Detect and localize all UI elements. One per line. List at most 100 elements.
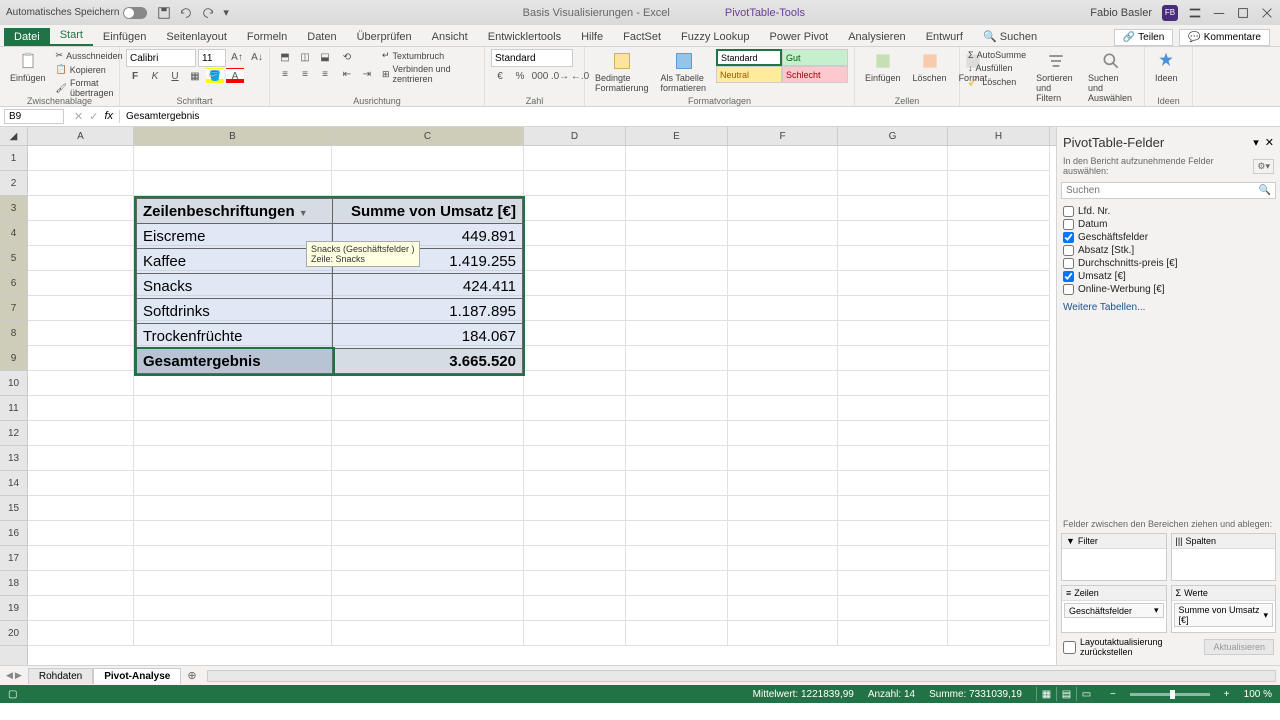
redo-icon[interactable] bbox=[201, 6, 215, 20]
autosum-button[interactable]: Σ AutoSumme bbox=[966, 49, 1028, 61]
gear-icon[interactable]: ⚙▾ bbox=[1253, 159, 1274, 174]
tab-view[interactable]: Ansicht bbox=[422, 28, 478, 46]
ribbon-options-icon[interactable] bbox=[1188, 6, 1202, 20]
find-select-button[interactable]: Suchen und Auswählen bbox=[1084, 49, 1138, 105]
fill-button[interactable]: ↓ Ausfüllen bbox=[966, 62, 1028, 74]
confirm-formula-icon[interactable]: ✓ bbox=[89, 110, 98, 123]
bold-button[interactable]: F bbox=[126, 68, 144, 84]
number-format-select[interactable] bbox=[491, 49, 573, 67]
decrease-font-icon[interactable]: A↓ bbox=[248, 49, 266, 65]
field-item[interactable]: Geschäftsfelder bbox=[1063, 231, 1274, 244]
align-middle-icon[interactable]: ◫ bbox=[296, 49, 314, 65]
merge-center-button[interactable]: ⊞ Verbinden und zentrieren bbox=[380, 63, 478, 85]
tab-help[interactable]: Hilfe bbox=[571, 28, 613, 46]
row-header[interactable]: 12 bbox=[0, 421, 27, 446]
tab-file[interactable]: Datei bbox=[4, 28, 50, 46]
sheet-nav-last-icon[interactable]: ▶ bbox=[15, 670, 22, 681]
maximize-icon[interactable] bbox=[1236, 6, 1250, 20]
pivot-total-label[interactable]: Gesamtergebnis bbox=[137, 349, 333, 374]
name-box[interactable] bbox=[4, 109, 64, 124]
row-header[interactable]: 14 bbox=[0, 471, 27, 496]
record-macro-icon[interactable]: ▢ bbox=[8, 689, 17, 700]
increase-font-icon[interactable]: A↑ bbox=[228, 49, 246, 65]
zoom-level[interactable]: 100 % bbox=[1244, 689, 1272, 700]
fill-color-button[interactable]: 🪣 bbox=[206, 68, 224, 84]
row-header[interactable]: 11 bbox=[0, 396, 27, 421]
col-header[interactable]: B bbox=[134, 127, 332, 145]
field-item[interactable]: Datum bbox=[1063, 218, 1274, 231]
pivot-header-rows[interactable]: Zeilenbeschriftungen▼ bbox=[137, 199, 333, 224]
row-header[interactable]: 7 bbox=[0, 296, 27, 321]
more-tables-link[interactable]: Weitere Tabellen... bbox=[1061, 298, 1276, 317]
format-table-button[interactable]: Als Tabelle formatieren bbox=[657, 49, 712, 95]
delete-cells-button[interactable]: Löschen bbox=[909, 49, 951, 85]
sort-filter-button[interactable]: Sortieren und Filtern bbox=[1032, 49, 1080, 105]
tab-review[interactable]: Überprüfen bbox=[347, 28, 422, 46]
align-right-icon[interactable]: ≡ bbox=[316, 66, 334, 82]
sheet-tab-pivot[interactable]: Pivot-Analyse bbox=[93, 668, 181, 684]
undo-icon[interactable] bbox=[179, 6, 193, 20]
col-header[interactable]: E bbox=[626, 127, 728, 145]
pivot-cell[interactable]: Trockenfrüchte bbox=[137, 324, 333, 349]
field-item[interactable]: Umsatz [€] bbox=[1063, 270, 1274, 283]
pivot-cell[interactable]: Kaffee bbox=[137, 249, 333, 274]
close-icon[interactable] bbox=[1260, 6, 1274, 20]
field-item[interactable]: Absatz [Stk.] bbox=[1063, 244, 1274, 257]
font-size-select[interactable] bbox=[198, 49, 226, 67]
tab-analyze[interactable]: Analysieren bbox=[838, 28, 915, 46]
row-header[interactable]: 8 bbox=[0, 321, 27, 346]
row-header[interactable]: 9 bbox=[0, 346, 27, 371]
pivot-cell[interactable]: 1.187.895 bbox=[333, 299, 523, 324]
fx-icon[interactable]: fx bbox=[104, 110, 113, 123]
clear-button[interactable]: 🧹 Löschen bbox=[966, 75, 1028, 88]
horizontal-scrollbar[interactable] bbox=[207, 670, 1276, 682]
tab-powerpivot[interactable]: Power Pivot bbox=[760, 28, 839, 46]
field-search-input[interactable] bbox=[1066, 185, 1255, 196]
close-pane-icon[interactable]: ✕ bbox=[1265, 136, 1274, 149]
cond-format-button[interactable]: Bedingte Formatierung bbox=[591, 49, 653, 95]
defer-layout-checkbox[interactable] bbox=[1063, 641, 1076, 654]
row-header[interactable]: 2 bbox=[0, 171, 27, 196]
paste-button[interactable]: Einfügen bbox=[6, 49, 50, 85]
cancel-formula-icon[interactable]: ✕ bbox=[74, 110, 83, 123]
col-header[interactable]: H bbox=[948, 127, 1050, 145]
font-name-select[interactable] bbox=[126, 49, 196, 67]
qat-dropdown-icon[interactable]: ▾ bbox=[223, 6, 237, 20]
field-search[interactable]: 🔍 bbox=[1061, 182, 1276, 199]
italic-button[interactable]: K bbox=[146, 68, 164, 84]
row-header[interactable]: 17 bbox=[0, 546, 27, 571]
area-filter[interactable]: ▼ Filter bbox=[1061, 533, 1167, 581]
col-header[interactable]: F bbox=[728, 127, 838, 145]
col-header[interactable]: D bbox=[524, 127, 626, 145]
field-item[interactable]: Online-Werbung [€] bbox=[1063, 283, 1274, 296]
col-header[interactable]: C bbox=[332, 127, 524, 145]
search-menu[interactable]: 🔍 Suchen bbox=[973, 27, 1047, 46]
align-center-icon[interactable]: ≡ bbox=[296, 66, 314, 82]
cell-style-gut[interactable]: Gut bbox=[782, 49, 848, 66]
row-header[interactable]: 5 bbox=[0, 246, 27, 271]
align-bottom-icon[interactable]: ⬓ bbox=[316, 49, 334, 65]
comments-button[interactable]: 💬 Kommentare bbox=[1179, 29, 1270, 46]
row-header[interactable]: 16 bbox=[0, 521, 27, 546]
zoom-in-icon[interactable]: + bbox=[1224, 689, 1230, 700]
pivot-cell[interactable]: 424.411 bbox=[333, 274, 523, 299]
user-name[interactable]: Fabio Basler bbox=[1090, 7, 1152, 19]
spreadsheet-grid[interactable]: ◢ 1 2 3 4 5 6 7 8 9 10 11 12 13 14 15 16… bbox=[0, 127, 1056, 665]
pivot-cell[interactable]: 184.067 bbox=[333, 324, 523, 349]
zoom-out-icon[interactable]: − bbox=[1110, 689, 1116, 700]
increase-indent-icon[interactable]: ⇥ bbox=[358, 66, 376, 82]
update-button[interactable]: Aktualisieren bbox=[1204, 639, 1274, 655]
wrap-text-button[interactable]: ↵ Textumbruch bbox=[380, 49, 478, 62]
row-header[interactable]: 6 bbox=[0, 271, 27, 296]
border-button[interactable]: ▦ bbox=[186, 68, 204, 84]
pivot-cell[interactable]: Softdrinks bbox=[137, 299, 333, 324]
tab-data[interactable]: Daten bbox=[297, 28, 346, 46]
comma-icon[interactable]: 000 bbox=[531, 68, 549, 84]
formula-input[interactable] bbox=[120, 110, 1280, 123]
area-rows[interactable]: ≡ Zeilen Geschäftsfelder▾ bbox=[1061, 585, 1167, 633]
decrease-indent-icon[interactable]: ⇤ bbox=[338, 66, 356, 82]
orientation-icon[interactable]: ⟲ bbox=[338, 49, 356, 65]
field-pane-options-icon[interactable]: ▾ bbox=[1253, 136, 1259, 149]
sheet-tab-rohdaten[interactable]: Rohdaten bbox=[28, 668, 93, 684]
row-header[interactable]: 18 bbox=[0, 571, 27, 596]
